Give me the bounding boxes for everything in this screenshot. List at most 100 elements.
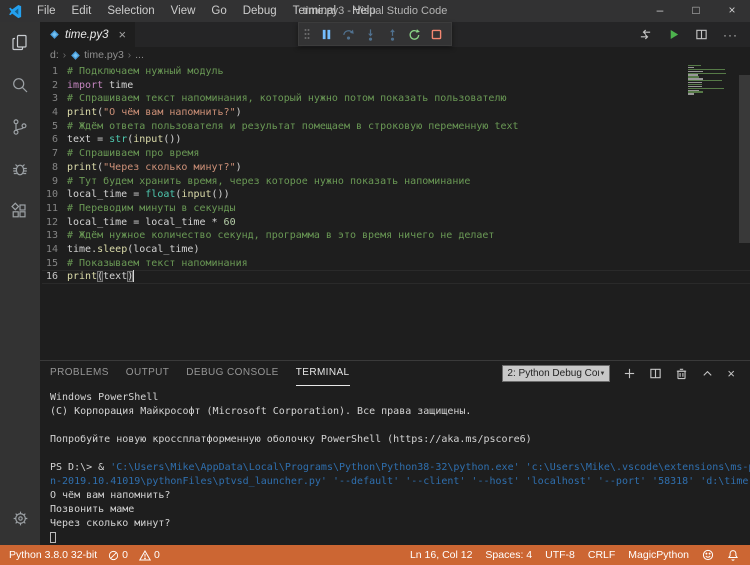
sync-icon[interactable]	[639, 28, 652, 41]
eol-sequence[interactable]: CRLF	[588, 549, 615, 561]
terminal-line: (C) Корпорация Майкрософт (Microsoft Cor…	[50, 405, 750, 419]
code-line-4: 4print("О чём вам напомнить?")	[42, 106, 750, 120]
editor-actions: ···	[639, 22, 750, 47]
activity-source-control-icon[interactable]	[0, 106, 40, 148]
minimize-button[interactable]: –	[642, 0, 678, 22]
encoding[interactable]: UTF-8	[545, 549, 575, 561]
split-editor-icon[interactable]	[695, 28, 708, 41]
code-lines: 1# Подключаем нужный модуль2import time3…	[40, 63, 750, 284]
panel-tab-terminal[interactable]: TERMINAL	[296, 361, 350, 386]
restart-icon[interactable]	[408, 28, 421, 41]
tab-label: time.py3	[65, 29, 108, 41]
menu-go[interactable]: Go	[203, 0, 234, 22]
status-bar: Python 3.8.0 32-bit 00 Ln 16, Col 12 Space…	[0, 545, 750, 565]
line-number: 10	[42, 188, 58, 202]
close-button[interactable]: ×	[714, 0, 750, 22]
run-python-icon[interactable]	[667, 28, 680, 41]
status-bar-left: Python 3.8.0 32-bit 00	[0, 549, 160, 561]
code-line-9: 9# Тут будем хранить время, через которо…	[42, 175, 750, 189]
activity-debug-icon[interactable]	[0, 148, 40, 190]
status-bar-right: Ln 16, Col 12 Spaces: 4 UTF-8 CRLF MagicPyth…	[410, 549, 750, 561]
more-actions-icon[interactable]: ···	[723, 28, 738, 42]
problems-warnings[interactable]: 0	[139, 549, 160, 561]
python-interpreter[interactable]: Python 3.8.0 32-bit	[9, 549, 97, 561]
stop-icon[interactable]	[430, 28, 443, 41]
code-line-3: 3# Спрашиваем текст напоминания, который…	[42, 92, 750, 106]
maximize-button[interactable]: □	[678, 0, 714, 22]
maximize-panel-icon[interactable]	[701, 367, 714, 380]
code-line-16: 16print(text)	[42, 270, 750, 284]
code-line-12: 12local_time = local_time * 60	[42, 216, 750, 230]
terminal-line: Попробуйте новую кроссплатформенную обол…	[50, 433, 750, 447]
bottom-panel: PROBLEMS OUTPUT DEBUG CONSOLE TERMINAL 2: P…	[40, 360, 750, 545]
cursor-position[interactable]: Ln 16, Col 12	[410, 549, 472, 561]
line-number: 8	[42, 161, 58, 175]
editor-scrollbar[interactable]	[739, 75, 750, 243]
problems-errors[interactable]: 0	[108, 549, 128, 561]
line-number: 2	[42, 79, 58, 93]
line-number: 15	[42, 257, 58, 271]
code-line-14: 14time.sleep(local_time)	[42, 243, 750, 257]
close-panel-icon[interactable]: ×	[727, 367, 735, 380]
tab-time-py3[interactable]: time.py3 ×	[40, 22, 135, 47]
breadcrumb-item[interactable]: d:	[50, 49, 59, 61]
minimap[interactable]	[688, 65, 726, 95]
line-number: 16	[42, 270, 58, 284]
line-number: 7	[42, 147, 58, 161]
terminal-picker-dropdown[interactable]: 2: Python Debug Consc ▼	[502, 365, 610, 382]
code-editor[interactable]: 1# Подключаем нужный модуль2import time3…	[40, 63, 750, 360]
breadcrumb[interactable]: d:›time.py3›...	[40, 47, 750, 63]
error-icon	[108, 550, 119, 561]
line-number: 1	[42, 65, 58, 79]
new-terminal-icon[interactable]	[623, 367, 636, 380]
menu-file[interactable]: File	[29, 0, 64, 22]
terminal-line	[50, 419, 750, 433]
panel-tab-problems[interactable]: PROBLEMS	[50, 361, 109, 386]
menu-debug[interactable]: Debug	[235, 0, 285, 22]
terminal-picker-value: 2: Python Debug Consc	[507, 368, 599, 379]
close-tab-icon[interactable]: ×	[118, 28, 126, 41]
workbench: time.py3 × ··· d:›time.py3›... 1# Подклю…	[0, 22, 750, 545]
code-line-10: 10local_time = float(input())	[42, 188, 750, 202]
grip-icon	[303, 27, 311, 41]
menu-view[interactable]: View	[163, 0, 204, 22]
activity-bar	[0, 22, 40, 545]
language-mode[interactable]: MagicPython	[628, 549, 689, 561]
panel-action-icons: ×	[623, 367, 735, 380]
activity-extensions-icon[interactable]	[0, 190, 40, 232]
terminal-line: Через сколько минут?	[50, 517, 750, 531]
line-number: 11	[42, 202, 58, 216]
code-line-11: 11# Переводим минуты в секунды	[42, 202, 750, 216]
breadcrumb-separator-icon: ›	[128, 50, 131, 61]
split-terminal-icon[interactable]	[649, 367, 662, 380]
activity-settings-gear-icon[interactable]	[0, 497, 40, 539]
vscode-logo-icon	[8, 4, 23, 19]
kill-terminal-icon[interactable]	[675, 367, 688, 380]
step-out-icon[interactable]	[386, 28, 399, 41]
line-number: 13	[42, 229, 58, 243]
pause-icon[interactable]	[320, 28, 333, 41]
breadcrumb-item[interactable]: time.py3	[70, 49, 124, 61]
code-line-6: 6text = str(input())	[42, 133, 750, 147]
notifications[interactable]	[727, 549, 739, 561]
panel-tab-output[interactable]: OUTPUT	[126, 361, 170, 386]
indentation[interactable]: Spaces: 4	[485, 549, 532, 561]
terminal[interactable]: Windows PowerShell(C) Корпорация Майкрос…	[40, 386, 750, 545]
terminal-line: n-2019.10.41019\pythonFiles\ptvsd_launch…	[50, 475, 750, 489]
line-number: 9	[42, 175, 58, 189]
activity-search-icon[interactable]	[0, 64, 40, 106]
feedback[interactable]	[702, 549, 714, 561]
menu-selection[interactable]: Selection	[99, 0, 162, 22]
step-over-icon[interactable]	[342, 28, 355, 41]
breadcrumb-item[interactable]: ...	[135, 49, 144, 61]
editor-cursor	[133, 270, 134, 282]
line-number: 3	[42, 92, 58, 106]
terminal-line: PS D:\> & 'C:\Users\Mike\AppData\Local\P…	[50, 461, 750, 475]
activity-explorer-icon[interactable]	[0, 22, 40, 64]
step-into-icon[interactable]	[364, 28, 377, 41]
window-controls: –□×	[642, 0, 750, 22]
panel-tab-debug-console[interactable]: DEBUG CONSOLE	[186, 361, 278, 386]
panel-actions: 2: Python Debug Consc ▼ ×	[502, 365, 750, 382]
menu-edit[interactable]: Edit	[64, 0, 100, 22]
line-number: 12	[42, 216, 58, 230]
